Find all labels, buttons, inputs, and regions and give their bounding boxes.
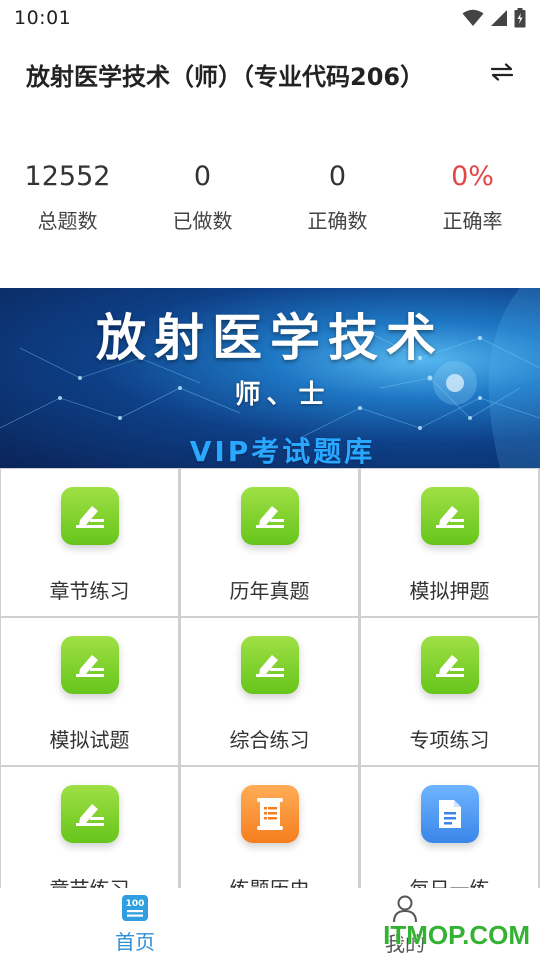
tab-home[interactable]: 100 首页 (85, 894, 185, 955)
tab-label: 首页 (115, 930, 155, 954)
stats-row: 12552 总题数 0 已做数 0 正确数 0% 正确率 (0, 155, 540, 245)
grid-item-label: 每日一练 (410, 873, 490, 888)
grid-item-label: 历年真题 (229, 579, 310, 603)
stat-value: 0 (328, 161, 347, 192)
banner-title: 放射医学技术 (96, 308, 444, 367)
grid-item-label: 章节练习 (50, 873, 130, 888)
stat-label: 已做数 (172, 209, 233, 233)
grid-item-daily[interactable]: 每日一练 (360, 767, 540, 888)
grid-item-label: 章节练习 (49, 579, 130, 603)
title-bar: 放射医学技术（师）（专业代码206） (0, 50, 540, 98)
grid-item-mock-predict[interactable]: 模拟押题 (360, 469, 540, 618)
stat-correct: 0 正确数 (270, 155, 405, 245)
stat-value: 0% (451, 161, 494, 192)
status-time: 10:01 (14, 7, 72, 29)
pencil-icon (60, 785, 119, 843)
grid-item-label: 模拟试题 (49, 728, 130, 752)
signal-icon (491, 10, 507, 26)
stat-label: 正确数 (307, 209, 368, 233)
document-icon (420, 785, 479, 843)
stat-label: 正确率 (442, 209, 503, 233)
svg-text:100: 100 (126, 899, 145, 909)
pencil-icon (240, 487, 299, 545)
grid-item-comprehensive[interactable]: 综合练习 (180, 618, 360, 767)
switch-subject-button[interactable] (488, 58, 516, 86)
pencil-icon (240, 636, 299, 694)
stat-total: 12552 总题数 (0, 155, 135, 245)
stat-done: 0 已做数 (135, 155, 270, 245)
banner[interactable]: 放射医学技术 师、士 VIP考试题库 (0, 288, 540, 468)
grid-item-chapter-practice-2[interactable]: 章节练习 (0, 767, 180, 888)
pencil-icon (420, 487, 479, 545)
battery-icon (514, 8, 526, 28)
swap-arrows-icon (491, 63, 513, 81)
grid-item-past-exams[interactable]: 历年真题 (180, 469, 360, 618)
grid-item-label: 模拟押题 (409, 579, 490, 603)
stat-value: 12552 (24, 161, 111, 192)
scroll-icon (240, 785, 299, 843)
pencil-icon (420, 636, 479, 694)
grid-item-history[interactable]: 练题历史 (180, 767, 360, 888)
grid-item-mock-test[interactable]: 模拟试题 (0, 618, 180, 767)
page-title: 放射医学技术（师）（专业代码206） (26, 62, 425, 91)
grid-item-chapter-practice[interactable]: 章节练习 (0, 469, 180, 618)
wifi-icon (462, 9, 484, 26)
grid-item-label: 练题历史 (230, 873, 310, 888)
status-bar: 10:01 (0, 0, 540, 36)
stat-value: 0 (193, 161, 212, 192)
stat-accuracy: 0% 正确率 (405, 155, 540, 245)
banner-subtitle: 师、士 (234, 380, 331, 410)
grid-item-special[interactable]: 专项练习 (360, 618, 540, 767)
pencil-icon (60, 636, 119, 694)
score-100-icon: 100 (122, 895, 148, 921)
feature-grid: 章节练习 历年真题 模拟押题 模拟试题 综合练习 专项练习 章节练习 (0, 468, 540, 888)
grid-item-label: 专项练习 (409, 728, 490, 752)
status-icons (462, 8, 526, 28)
grid-item-label: 综合练习 (229, 728, 310, 752)
banner-tagline: VIP考试题库 (189, 435, 376, 468)
stat-label: 总题数 (37, 209, 98, 233)
watermark: ITMOP.COM (383, 920, 530, 950)
pencil-icon (60, 487, 119, 545)
